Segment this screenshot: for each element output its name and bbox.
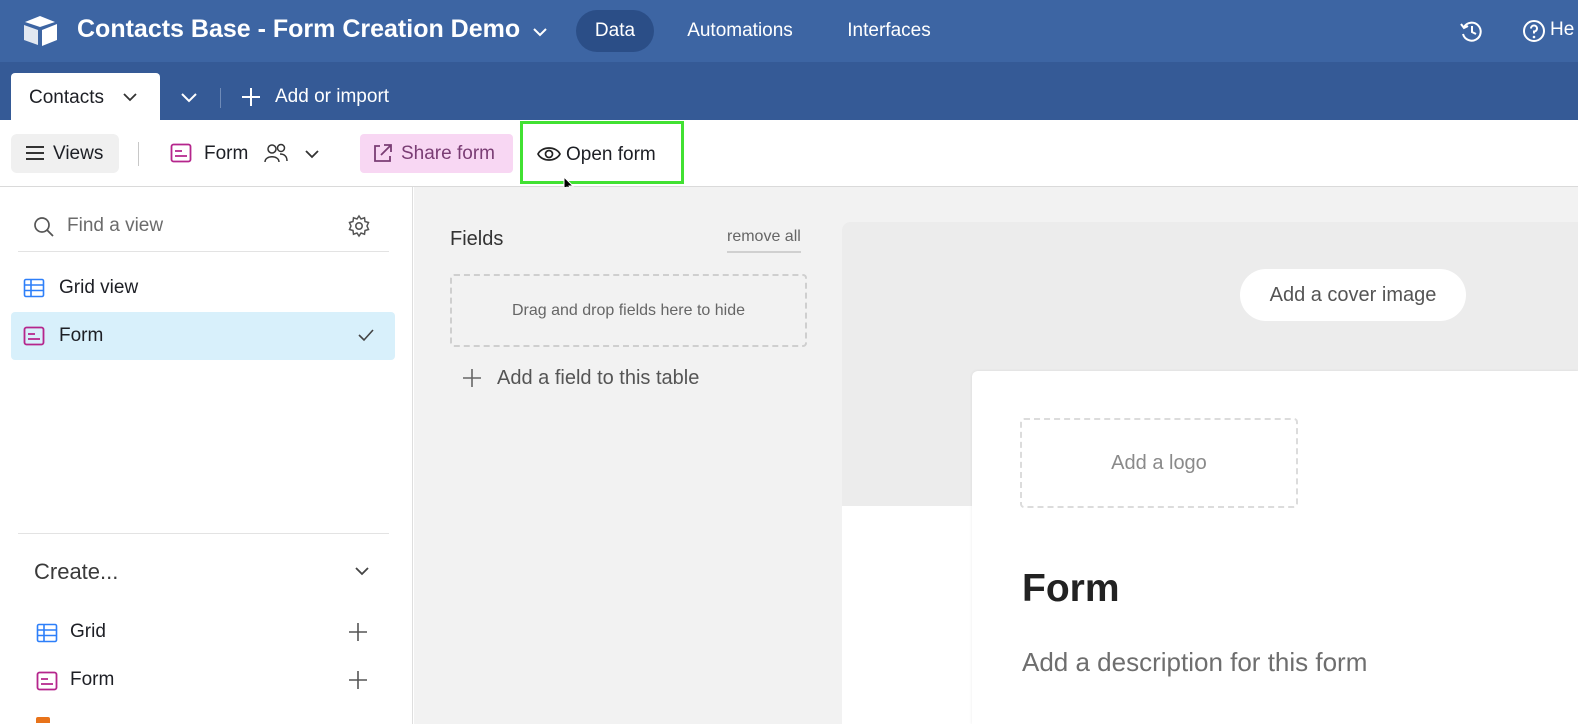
divider [138,142,139,166]
hidden-fields-drop-zone[interactable]: Drag and drop fields here to hide [450,274,807,347]
open-form-label: Open form [566,144,656,165]
chevron-down-icon[interactable] [178,86,200,108]
chevron-down-icon[interactable] [530,22,550,42]
divider [18,251,389,252]
form-card: Add a logo Form Add a description for th… [972,371,1578,724]
hamburger-icon [26,146,44,160]
nav-data[interactable]: Data [576,10,654,52]
search-icon [34,217,54,237]
plus-icon[interactable] [348,670,368,690]
current-view-name[interactable]: Form [204,143,248,165]
form-preview: Add a cover image Add a logo Form Add a … [842,222,1578,724]
table-tab-bar: Contacts Add or import [0,62,1578,121]
share-form-button[interactable]: Share form [360,134,513,173]
partial-icon [36,717,50,723]
views-button[interactable]: Views [11,134,119,173]
gear-icon[interactable] [347,214,371,238]
sidebar-item-label: Grid view [59,277,139,298]
chevron-down-icon[interactable] [352,561,372,581]
create-section-title[interactable]: Create... [34,559,118,585]
add-logo-button[interactable]: Add a logo [1020,418,1298,508]
form-builder: Fields remove all Drag and drop fields h… [414,187,1578,724]
add-cover-image-button[interactable]: Add a cover image [1240,269,1466,321]
history-icon[interactable] [1458,18,1484,44]
chevron-down-icon[interactable] [121,88,139,106]
sidebar-item-form[interactable]: Form [11,312,395,360]
eye-icon [537,147,561,161]
share-external-icon [374,144,392,162]
sidebar-item-label: Form [59,325,104,346]
plus-icon[interactable] [240,86,262,108]
form-description[interactable]: Add a description for this form [1022,647,1367,678]
form-icon [170,143,192,163]
chevron-down-icon[interactable] [302,144,322,164]
grid-icon [36,623,58,643]
divider [220,88,221,108]
nav-automations[interactable]: Automations [672,10,808,52]
top-app-bar: Contacts Base - Form Creation Demo Data … [0,0,1578,62]
grid-icon [23,278,45,298]
fields-panel-title: Fields [450,228,504,250]
views-label: Views [53,143,104,164]
form-icon [23,326,45,346]
create-item-label: Grid [70,621,106,642]
form-title[interactable]: Form [1022,567,1120,611]
form-icon [36,671,58,691]
check-icon [358,329,374,342]
tab-contacts[interactable]: Contacts [11,73,160,121]
remove-all-button[interactable]: remove all [727,228,801,253]
help-icon[interactable] [1522,19,1546,43]
find-view-input[interactable] [67,211,327,241]
plus-icon[interactable] [462,368,482,388]
create-item-label: Form [70,669,115,690]
app-logo-icon[interactable] [22,14,60,48]
add-field-button[interactable]: Add a field to this table [497,367,699,390]
open-form-button[interactable]: Open form [520,121,684,184]
collaborators-icon[interactable] [263,142,289,164]
tab-label: Contacts [29,87,104,108]
create-form-item[interactable]: Form [34,663,384,697]
plus-icon[interactable] [348,622,368,642]
divider [18,533,389,534]
base-title[interactable]: Contacts Base - Form Creation Demo [77,15,520,44]
share-form-label: Share form [401,143,495,164]
nav-interfaces[interactable]: Interfaces [832,10,946,52]
view-toolbar: Views Form Share form Open form [0,120,1578,187]
sidebar-item-grid-view[interactable]: Grid view [11,264,395,312]
views-sidebar: Grid view Form Create... Grid Form [0,187,413,724]
create-grid-item[interactable]: Grid [34,615,384,649]
help-label[interactable]: He [1550,19,1574,41]
add-or-import-button[interactable]: Add or import [275,86,389,108]
